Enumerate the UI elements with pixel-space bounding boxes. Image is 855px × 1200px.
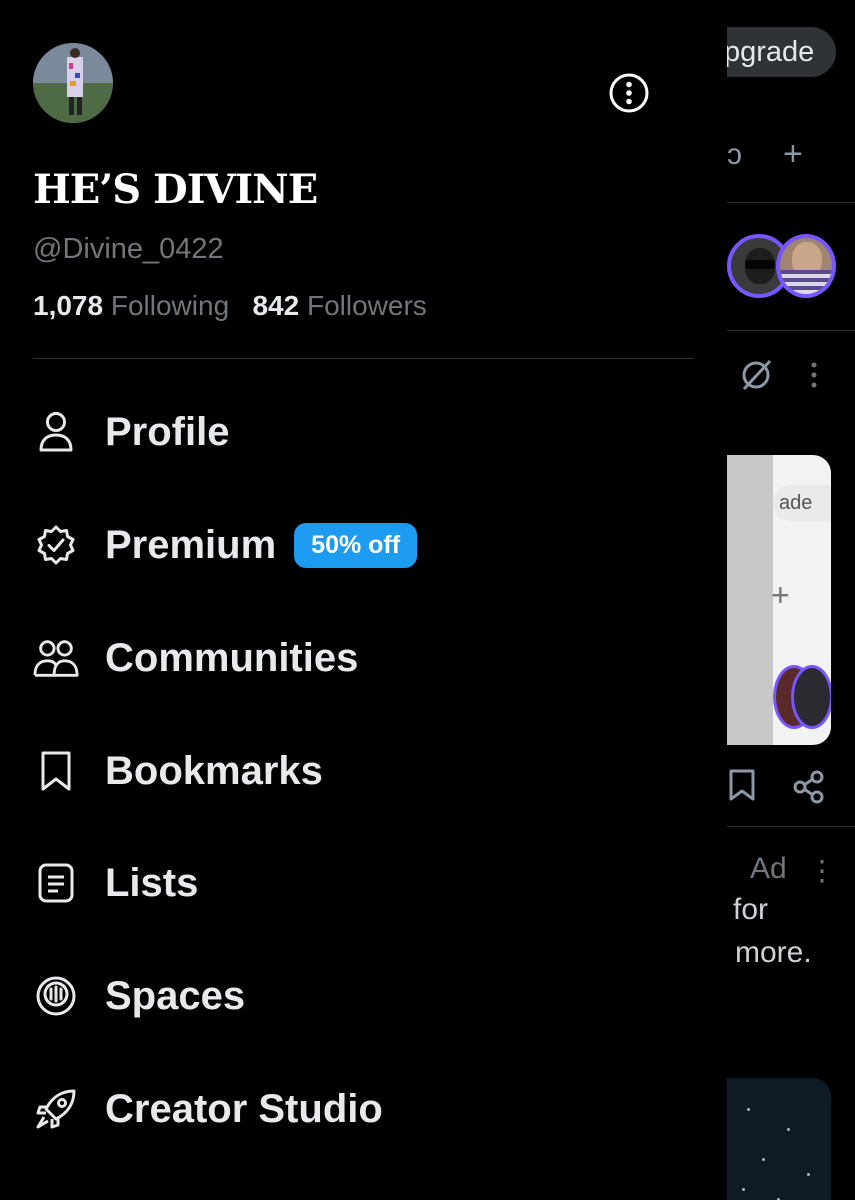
side-drawer: HE’S DIVINE @Divine_0422 1,078 Following…: [0, 0, 727, 1200]
spaces-icon: [33, 973, 79, 1019]
share-icon[interactable]: [792, 770, 826, 804]
plus-icon: +: [771, 577, 790, 613]
add-tab-icon[interactable]: +: [783, 134, 803, 174]
tab-fragment: ɔ: [727, 138, 742, 171]
menu-item-label: Communities: [105, 635, 359, 680]
menu-item-lists[interactable]: Lists: [33, 853, 693, 913]
bookmark-icon[interactable]: [727, 768, 757, 802]
mini-avatar: [791, 665, 831, 729]
user-handle: @Divine_0422: [33, 233, 224, 265]
following-label: Following: [110, 290, 230, 321]
menu-item-premium[interactable]: Premium 50% off: [33, 515, 693, 575]
discount-badge: 50% off: [294, 522, 418, 568]
divider: [727, 202, 855, 203]
divider: [727, 826, 855, 827]
follow-stats: 1,078 Following 842 Followers: [33, 290, 427, 322]
menu-item-label: Profile: [105, 409, 230, 454]
menu-item-label: Lists: [105, 860, 199, 905]
menu-item-spaces[interactable]: Spaces: [33, 966, 693, 1026]
list-icon: [33, 860, 79, 906]
menu-item-bookmarks[interactable]: Bookmarks: [33, 741, 693, 801]
display-name[interactable]: HE’S DIVINE: [33, 166, 318, 213]
following-count: 1,078: [33, 290, 104, 321]
followers-label: Followers: [306, 290, 427, 321]
person-icon: [33, 409, 79, 455]
menu-item-profile[interactable]: Profile: [33, 402, 693, 462]
communities-icon: [33, 635, 79, 681]
rocket-icon: [33, 1086, 79, 1132]
bookmark-icon: [33, 748, 79, 794]
more-vertical-icon[interactable]: ⋮: [808, 854, 836, 887]
ad-image[interactable]: [727, 1078, 831, 1200]
menu-item-label: Spaces: [105, 973, 246, 1018]
grok-icon[interactable]: [738, 357, 774, 393]
ad-label: Ad: [750, 852, 787, 885]
ad-text: more.: [735, 936, 812, 969]
menu-item-creator-studio[interactable]: Creator Studio: [33, 1079, 693, 1139]
media-card[interactable]: ade +: [727, 455, 831, 745]
more-vertical-icon[interactable]: [808, 360, 820, 390]
followers-link[interactable]: 842 Followers: [252, 290, 426, 321]
avatar[interactable]: [33, 43, 113, 123]
menu-item-label: Bookmarks: [105, 748, 323, 793]
verified-badge-icon: [33, 522, 79, 568]
more-options-icon[interactable]: [608, 72, 650, 114]
divider: [33, 358, 694, 359]
card-upgrade-pill: ade: [773, 485, 831, 521]
menu-item-communities[interactable]: Communities: [33, 628, 693, 688]
ad-text: for: [733, 893, 769, 926]
followers-count: 842: [252, 290, 300, 321]
menu-item-label: Premium: [105, 522, 277, 567]
fleet-avatar[interactable]: [776, 234, 836, 298]
divider: [727, 330, 855, 331]
following-link[interactable]: 1,078 Following: [33, 290, 237, 321]
menu-item-label: Creator Studio: [105, 1086, 383, 1131]
